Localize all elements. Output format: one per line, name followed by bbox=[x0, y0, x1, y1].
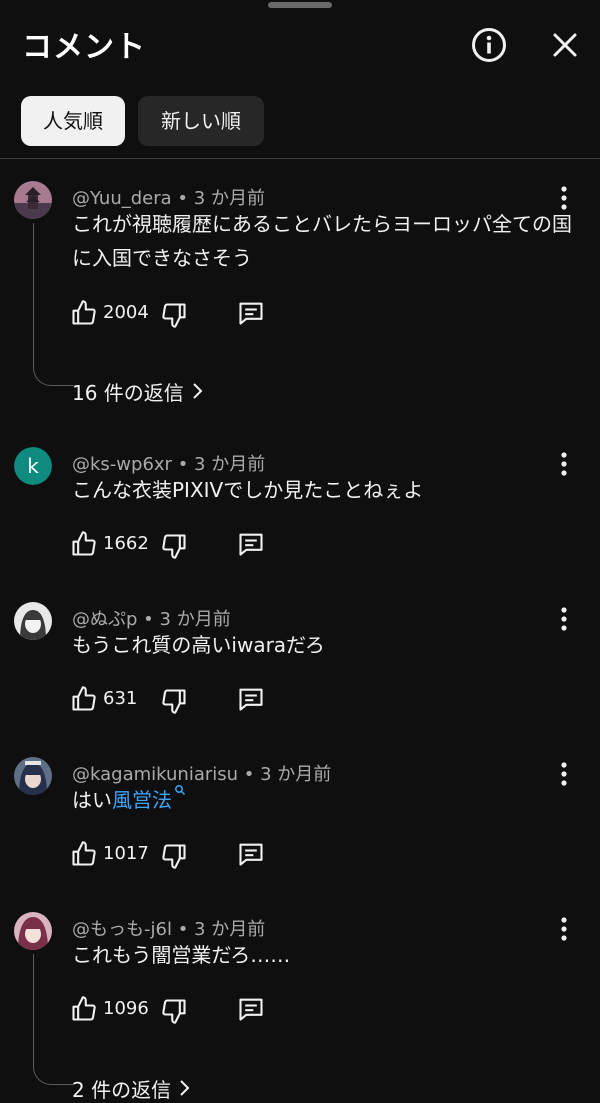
thumbs-down-icon[interactable] bbox=[160, 842, 188, 870]
like-count: 1096 bbox=[103, 998, 149, 1019]
chevron-right-icon bbox=[180, 1080, 190, 1096]
comment-time: 3 か月前 bbox=[194, 919, 266, 940]
reply-comment-icon[interactable] bbox=[237, 685, 265, 713]
thumbs-up-icon[interactable] bbox=[70, 530, 98, 558]
reply-comment-icon[interactable] bbox=[237, 995, 265, 1023]
thumbs-up-icon[interactable] bbox=[70, 995, 98, 1023]
close-icon bbox=[553, 33, 577, 57]
comment-author[interactable]: @もっも-j6l bbox=[72, 919, 172, 940]
comments-header: コメント bbox=[0, 0, 600, 90]
comment-time: 3 か月前 bbox=[193, 188, 265, 209]
view-replies-link[interactable]: 2 件の返信 bbox=[72, 1074, 191, 1103]
comment-author[interactable]: @kagamikuniarisu bbox=[72, 764, 238, 785]
reply-comment-icon[interactable] bbox=[237, 840, 265, 868]
thumbs-up-icon[interactable] bbox=[70, 299, 98, 327]
comment-actions: 2004 bbox=[70, 297, 290, 331]
reply-comment-icon[interactable] bbox=[237, 530, 265, 558]
avatar[interactable]: k bbox=[14, 447, 52, 485]
thumbs-down-icon[interactable] bbox=[160, 997, 188, 1025]
comment-text: もうこれ質の高いiwaraだろ bbox=[72, 633, 325, 657]
comment-text: はい風営法 bbox=[72, 783, 572, 817]
info-icon bbox=[472, 28, 506, 62]
comment-actions: 1096 bbox=[70, 993, 290, 1027]
comment-text: こんな衣装PIXIVでしか見たことねぇよ bbox=[72, 478, 424, 502]
search-link[interactable]: 風営法 bbox=[112, 788, 172, 812]
divider bbox=[0, 158, 600, 159]
sort-top-chip[interactable]: 人気順 bbox=[21, 96, 125, 146]
like-count: 631 bbox=[103, 688, 138, 709]
drag-handle[interactable] bbox=[268, 2, 332, 8]
comment-actions: 1662 bbox=[70, 528, 290, 562]
comment-actions: 1017 bbox=[70, 838, 290, 872]
thumbs-down-icon[interactable] bbox=[160, 532, 188, 560]
comment-time: 3 か月前 bbox=[260, 764, 332, 785]
like-count: 1662 bbox=[103, 533, 149, 554]
thumbs-up-icon[interactable] bbox=[70, 685, 98, 713]
svg-text:k: k bbox=[27, 454, 39, 478]
comment-text: これもう闇営業だろ…… bbox=[72, 943, 291, 967]
avatar[interactable] bbox=[14, 757, 52, 795]
reply-comment-icon[interactable] bbox=[237, 299, 265, 327]
thread-line bbox=[33, 223, 74, 386]
avatar[interactable] bbox=[14, 181, 52, 219]
comment-author[interactable]: @ks-wp6xr bbox=[72, 454, 172, 475]
close-button[interactable] bbox=[546, 26, 584, 64]
info-button[interactable] bbox=[470, 26, 508, 64]
comment-author[interactable]: @Yuu_dera bbox=[72, 188, 172, 209]
page-title: コメント bbox=[22, 30, 146, 65]
chevron-right-icon bbox=[193, 383, 203, 399]
comment-time: 3 か月前 bbox=[159, 609, 231, 630]
search-icon bbox=[175, 785, 186, 796]
comment-text: これが視聴履歴にあることバレたらヨーロッパ全ての国に入国できなさそう bbox=[72, 212, 572, 270]
like-count: 2004 bbox=[103, 302, 149, 323]
avatar[interactable] bbox=[14, 602, 52, 640]
comment-time: 3 か月前 bbox=[194, 454, 266, 475]
thumbs-down-icon[interactable] bbox=[160, 687, 188, 715]
comment-text-prefix: はい bbox=[72, 788, 112, 812]
comment-actions: 631 bbox=[70, 683, 290, 717]
view-replies-link[interactable]: 16 件の返信 bbox=[72, 377, 204, 406]
avatar[interactable] bbox=[14, 912, 52, 950]
thread-line bbox=[33, 954, 74, 1085]
thumbs-down-icon[interactable] bbox=[160, 301, 188, 329]
sort-newest-chip[interactable]: 新しい順 bbox=[138, 96, 264, 146]
like-count: 1017 bbox=[103, 843, 149, 864]
thumbs-up-icon[interactable] bbox=[70, 840, 98, 868]
comment-author[interactable]: @ぬぷp bbox=[72, 609, 137, 630]
